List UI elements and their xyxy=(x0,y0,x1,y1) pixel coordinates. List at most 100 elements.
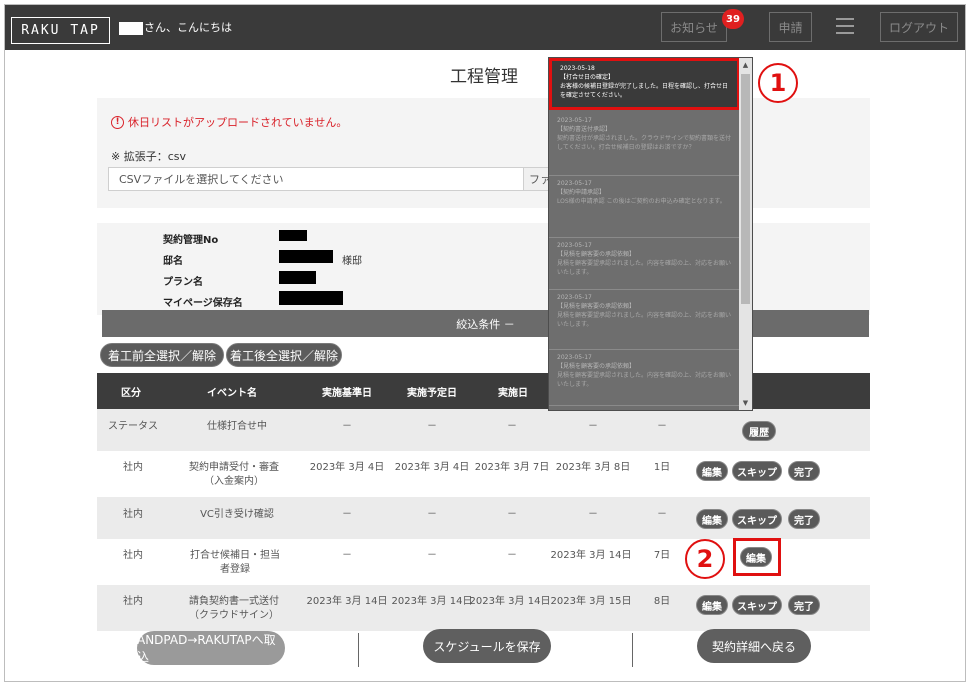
extension-label: ※ 拡張子：csv xyxy=(111,150,187,163)
house-name-redacted xyxy=(279,250,333,263)
row-date4: 2023年 3月 8日 xyxy=(555,462,631,473)
table-row: 社内 請負契約書一式送付（クラウドサイン） 2023年 3月 14日 2023年… xyxy=(97,585,870,631)
notification-date: 2023-05-17 xyxy=(557,242,592,249)
logout-button[interactable]: ログアウト xyxy=(880,12,958,42)
house-name-label: 邸名 xyxy=(163,256,183,267)
annotation-highlight-box xyxy=(733,538,781,576)
row-actual-date: － xyxy=(507,509,517,520)
annotation-callout-2: 2 xyxy=(685,539,725,579)
notification-item[interactable]: 2023-05-17 【契約書送付承認】 契約書送付が承認されました。クラウドサ… xyxy=(549,113,740,176)
notification-title: 【打合せ日の確定】 xyxy=(560,74,615,81)
app-frame: RAKU TAP さん、こんにちは お知らせ 39 申請 ログアウト 工程管理 … xyxy=(4,4,966,682)
notification-body: 見積を顧客要望承認されました。内容を確認の上、対応をお願いいたします。 xyxy=(557,312,732,328)
skip-button[interactable]: スキップ xyxy=(732,509,782,529)
filter-toggle-bar[interactable]: 絞込条件 － xyxy=(102,310,869,337)
apply-button[interactable]: 申請 xyxy=(769,12,812,42)
save-schedule-button[interactable]: スケジュールを保存 xyxy=(423,629,551,663)
notification-body: 契約書送付が承認されました。クラウドサインで契約書類を送付してください。打合せ候… xyxy=(557,135,732,151)
header-actual-date: 実施日 xyxy=(498,387,528,399)
edit-button[interactable]: 編集 xyxy=(696,595,728,615)
back-to-contract-button[interactable]: 契約詳細へ戻る xyxy=(697,629,811,663)
row-event: 仕様打合せ中 xyxy=(207,421,267,432)
notification-item[interactable]: 2023-05-17 【見積を顧客要の承認依頼】 見積を顧客要望承認されました。… xyxy=(549,290,740,350)
header-event-name: イベント名 xyxy=(207,387,257,399)
annotation-callout-1: 1 xyxy=(758,63,798,103)
notice-count-badge: 39 xyxy=(722,9,744,29)
raku-tap-logo[interactable]: RAKU TAP xyxy=(11,17,110,44)
row-base-date: － xyxy=(342,421,352,432)
row-planned-date: － xyxy=(427,509,437,520)
notification-date: 2023-05-17 xyxy=(557,294,592,301)
house-suffix: 様邸 xyxy=(342,256,362,267)
andpad-import-button[interactable]: ANDPAD→RAKUTAPへ取込 xyxy=(137,631,285,665)
notification-title: 【見積を顧客要の承認依頼】 xyxy=(557,251,636,258)
row-date4: － xyxy=(588,421,598,432)
holiday-warning-text: 休日リストがアップロードされていません。 xyxy=(128,116,348,129)
select-before-construction-button[interactable]: 着工前全選択／解除 xyxy=(100,343,224,367)
scroll-down-icon[interactable]: ▼ xyxy=(741,398,750,408)
edit-button[interactable]: 編集 xyxy=(696,509,728,529)
edit-button[interactable]: 編集 xyxy=(696,461,728,481)
row-category: 社内 xyxy=(123,462,143,473)
notification-body: 見積を顧客要望承認されました。内容を確認の上、対応をお願いいたします。 xyxy=(557,260,732,276)
row-base-date: 2023年 3月 14日 xyxy=(306,596,388,607)
complete-button[interactable]: 完了 xyxy=(788,509,820,529)
csv-file-input[interactable]: CSVファイルを選択してください xyxy=(108,167,524,191)
row-category: 社内 xyxy=(123,509,143,520)
holiday-warning: ! 休日リストがアップロードされていません。 xyxy=(111,114,347,130)
notification-title: 【見積を顧客要の承認依頼】 xyxy=(557,303,636,310)
notification-date: 2023-05-17 xyxy=(557,180,592,187)
contract-no-redacted xyxy=(279,230,307,241)
table-row: 社内 契約申請受付・審査（入金案内） 2023年 3月 4日 2023年 3月 … xyxy=(97,451,870,497)
notice-button[interactable]: お知らせ xyxy=(661,12,727,42)
notification-title: 【契約申請承認】 xyxy=(557,189,606,196)
row-planned-date: 2023年 3月 14日 xyxy=(391,596,473,607)
table-row: 社内 VC引き受け確認 － － － － － 編集 スキップ 完了 xyxy=(97,497,870,539)
notification-date: 2023-05-17 xyxy=(557,117,592,124)
table-row: ステータス 仕様打合せ中 － － － － － 履歴 xyxy=(97,409,870,451)
plan-name-redacted xyxy=(279,271,316,284)
skip-button[interactable]: スキップ xyxy=(732,461,782,481)
mypage-name-label: マイページ保存名 xyxy=(163,298,243,309)
notification-body: LOS様の申請承認 この後はご契約のお申込み確定となります。 xyxy=(557,198,726,205)
hamburger-menu-icon[interactable] xyxy=(836,18,854,34)
notification-title: 【見積を顧客要の承認依頼】 xyxy=(557,363,636,370)
row-event: 請負契約書一式送付（クラウドサイン） xyxy=(189,596,279,621)
notification-item[interactable]: 2023-05-17 【契約申請承認】 LOS様の申請承認 この後はご契約のお申… xyxy=(549,176,740,238)
row-days: 1日 xyxy=(653,462,671,473)
row-actual-date: 2023年 3月 14日 xyxy=(469,596,551,607)
row-planned-date: － xyxy=(427,421,437,432)
history-button[interactable]: 履歴 xyxy=(742,421,776,441)
complete-button[interactable]: 完了 xyxy=(788,461,820,481)
row-date4: 2023年 3月 14日 xyxy=(550,550,632,561)
plan-name-label: プラン名 xyxy=(163,277,203,288)
mypage-name-redacted xyxy=(279,291,343,305)
notification-body: お客様の候補日登録が完了しました。日程を確認し、打合せ日を確定させてください。 xyxy=(560,83,729,99)
notification-body: 見積を顧客要望承認されました。内容を確認の上、対応をお願いいたします。 xyxy=(557,372,732,388)
row-category: 社内 xyxy=(123,550,143,561)
page-title: 工程管理 xyxy=(450,67,518,87)
warning-icon: ! xyxy=(111,115,124,129)
notification-dropdown[interactable]: 2023-05-18 【打合せ日の確定】 お客様の候補日登録が完了しました。日程… xyxy=(548,57,753,411)
select-after-construction-button[interactable]: 着工後全選択／解除 xyxy=(226,343,342,367)
notification-item[interactable]: 2023-05-17 【見積を顧客要の承認依頼】 見積を顧客要望承認されました。… xyxy=(549,238,740,290)
row-days: 7日 xyxy=(653,550,671,561)
notification-date: 2023-05-18 xyxy=(560,65,595,72)
notification-scroll-thumb[interactable] xyxy=(741,74,750,304)
notification-item[interactable]: 2023-05-17 【見積を顧客要の承認依頼】 見積を顧客要望承認されました。… xyxy=(549,350,740,406)
skip-button[interactable]: スキップ xyxy=(732,595,782,615)
scroll-up-icon[interactable]: ▲ xyxy=(741,60,750,70)
schedule-table-header: 区分 イベント名 実施基準日 実施予定日 実施日 xyxy=(97,373,870,409)
footer-divider xyxy=(358,633,359,667)
notification-date: 2023-05-17 xyxy=(557,354,592,361)
contract-no-label: 契約管理No xyxy=(163,235,219,246)
row-base-date: － xyxy=(342,550,352,561)
footer-divider xyxy=(632,633,633,667)
holiday-upload-panel: ! 休日リストがアップロードされていません。 ※ 拡張子：csv CSVファイル… xyxy=(97,98,870,208)
user-name-redacted xyxy=(119,22,143,35)
header-planned-date: 実施予定日 xyxy=(407,387,457,399)
row-event: 契約申請受付・審査（入金案内） xyxy=(189,462,279,487)
row-actual-date: 2023年 3月 7日 xyxy=(474,462,550,473)
notification-item[interactable]: 2023-05-18 【打合せ日の確定】 お客様の候補日登録が完了しました。日程… xyxy=(549,58,740,110)
complete-button[interactable]: 完了 xyxy=(788,595,820,615)
